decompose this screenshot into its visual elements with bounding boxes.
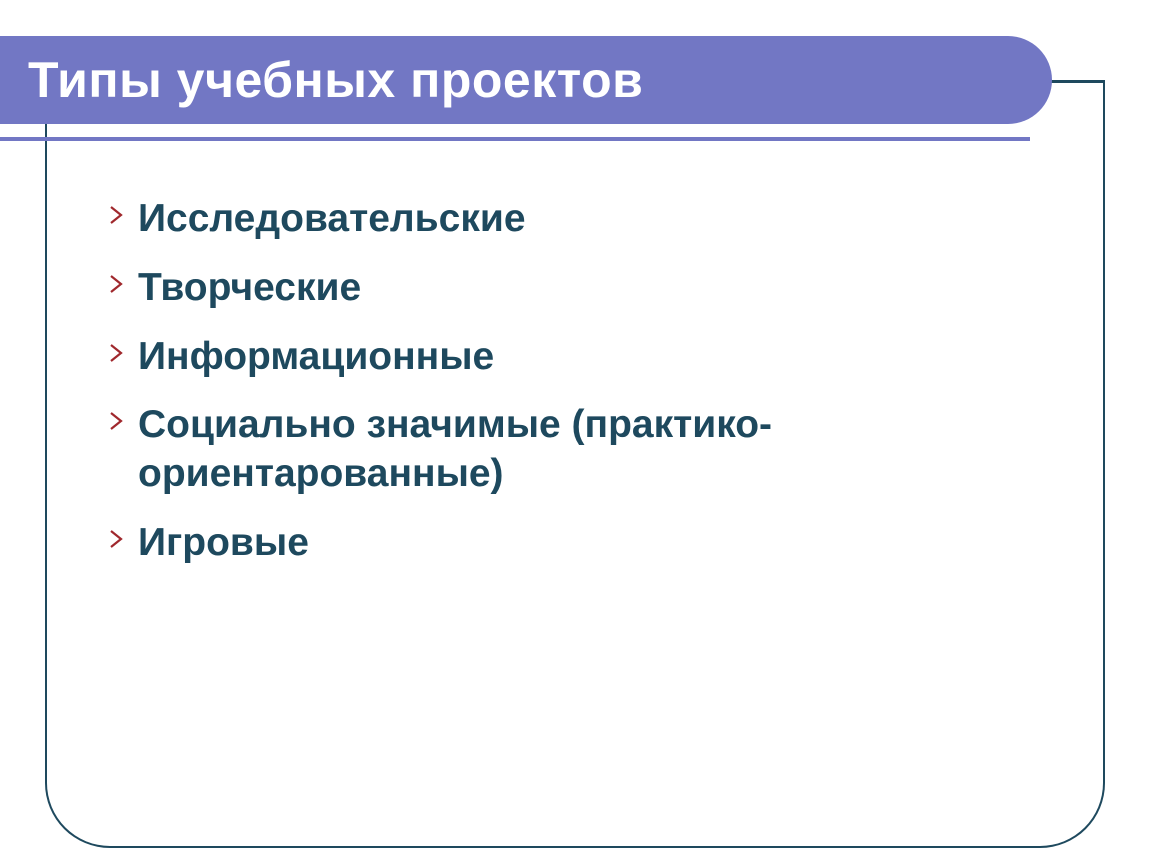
title-underline: [0, 137, 1030, 141]
list-item: Исследовательские: [108, 195, 1060, 244]
chevron-right-icon: [108, 333, 138, 363]
list-item: Игровые: [108, 519, 1060, 568]
chevron-right-icon: [108, 195, 138, 225]
list-item: Социально значимые (практико-ориентарова…: [108, 401, 1060, 499]
list-item-text: Исследовательские: [138, 195, 526, 244]
list-item-text: Игровые: [138, 519, 309, 568]
chevron-right-icon: [108, 519, 138, 549]
frame-top-segment: [1047, 80, 1105, 83]
list-item-text: Информационные: [138, 333, 494, 382]
chevron-right-icon: [108, 401, 138, 431]
list-item-text: Социально значимые (практико-ориентарова…: [138, 401, 1060, 499]
title-banner: Типы учебных проектов: [0, 36, 1052, 124]
slide: Типы учебных проектов Исследовательские …: [0, 0, 1150, 864]
list-item-text: Творческие: [138, 264, 361, 313]
slide-title: Типы учебных проектов: [28, 51, 643, 109]
list-item: Творческие: [108, 264, 1060, 313]
chevron-right-icon: [108, 264, 138, 294]
list-item: Информационные: [108, 333, 1060, 382]
content-list: Исследовательские Творческие Информацион…: [108, 195, 1060, 588]
